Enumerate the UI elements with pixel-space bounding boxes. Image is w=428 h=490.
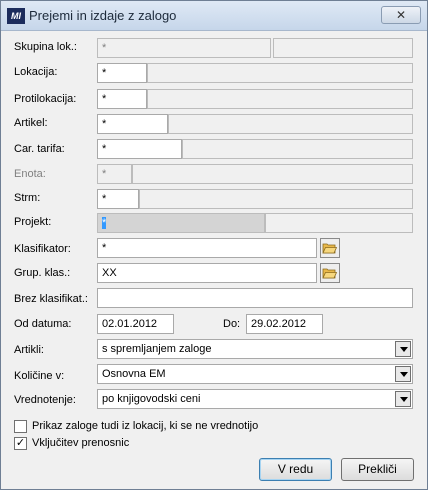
brez-klasifikat-field[interactable] xyxy=(97,288,413,308)
prikaz-zaloge-checkbox[interactable] xyxy=(14,420,27,433)
artikel-field[interactable]: * xyxy=(97,114,168,134)
strm-description xyxy=(139,189,413,209)
klasifikator-label: Klasifikator: xyxy=(14,243,71,255)
car-tarifa-field[interactable]: * xyxy=(97,139,182,159)
artikli-select[interactable]: s spremljanjem zaloge xyxy=(97,339,413,359)
grup-klas-field[interactable]: XX xyxy=(97,263,317,283)
vrednotenje-selected-value: po knjigovodski ceni xyxy=(102,393,201,405)
skupina-lok-label: Skupina lok.: xyxy=(14,41,77,53)
protilokacija-field[interactable]: * xyxy=(97,89,147,109)
open-folder-icon xyxy=(320,238,340,258)
protilokacija-description xyxy=(147,89,413,109)
vkljucitev-label: Vključitev prenosnic xyxy=(32,437,130,449)
skupina-lok-field[interactable]: * xyxy=(97,38,271,58)
kolicine-selected-value: Osnovna EM xyxy=(102,368,166,380)
kolicine-label: Količine v: xyxy=(14,370,65,382)
artikli-label: Artikli: xyxy=(14,344,44,356)
artikel-description xyxy=(168,114,413,134)
vkljucitev-checkbox[interactable]: ✓ xyxy=(14,437,27,450)
window-title: Prejemi in izdaje z zalogo xyxy=(29,8,177,23)
protilokacija-label: Protilokacija: xyxy=(14,93,77,105)
grup-klas-label: Grup. klas.: xyxy=(14,267,71,279)
projekt-description xyxy=(265,213,413,233)
grup-klas-browse-button[interactable] xyxy=(320,263,340,283)
dropdown-arrow-icon[interactable] xyxy=(395,366,411,382)
brez-klasifikat-label: Brez klasifikat.: xyxy=(14,293,88,305)
artikli-selected-value: s spremljanjem zaloge xyxy=(102,343,212,355)
projekt-field[interactable]: * xyxy=(97,213,265,233)
od-datuma-field[interactable]: 02.01.2012 xyxy=(97,314,174,334)
do-field[interactable]: 29.02.2012 xyxy=(246,314,323,334)
lokacija-description xyxy=(147,63,413,83)
open-folder-icon xyxy=(320,263,340,283)
close-button[interactable]: ✕ xyxy=(381,6,421,24)
lokacija-label: Lokacija: xyxy=(14,66,58,78)
dialog-window: MI Prejemi in izdaje z zalogo ✕ Skupina … xyxy=(0,0,428,490)
prikaz-zaloge-label: Prikaz zaloge tudi iz lokacij, ki se ne … xyxy=(32,420,259,432)
lokacija-field[interactable]: * xyxy=(97,63,147,83)
skupina-lok-description xyxy=(273,38,413,58)
vrednotenje-label: Vrednotenje: xyxy=(14,394,76,406)
artikel-label: Artikel: xyxy=(14,117,48,129)
enota-description xyxy=(132,164,413,184)
projekt-selected-text: * xyxy=(102,217,107,229)
title-bar[interactable]: MI Prejemi in izdaje z zalogo ✕ xyxy=(1,1,427,31)
car-tarifa-description xyxy=(182,139,413,159)
do-label: Do: xyxy=(223,318,241,330)
enota-label: Enota: xyxy=(14,168,46,180)
strm-label: Strm: xyxy=(14,192,41,204)
car-tarifa-label: Car. tarifa: xyxy=(14,143,65,155)
kolicine-select[interactable]: Osnovna EM xyxy=(97,364,413,384)
app-logo-icon: MI xyxy=(7,8,25,24)
dropdown-arrow-icon[interactable] xyxy=(395,341,411,357)
od-datuma-label: Od datuma: xyxy=(14,318,72,330)
cancel-button[interactable]: Prekliči xyxy=(341,458,414,481)
klasifikator-browse-button[interactable] xyxy=(320,238,340,258)
projekt-label: Projekt: xyxy=(14,216,52,228)
strm-field[interactable]: * xyxy=(97,189,139,209)
dropdown-arrow-icon[interactable] xyxy=(395,391,411,407)
ok-button[interactable]: V redu xyxy=(259,458,332,481)
klasifikator-field[interactable]: * xyxy=(97,238,317,258)
vrednotenje-select[interactable]: po knjigovodski ceni xyxy=(97,389,413,409)
enota-field[interactable]: * xyxy=(97,164,132,184)
